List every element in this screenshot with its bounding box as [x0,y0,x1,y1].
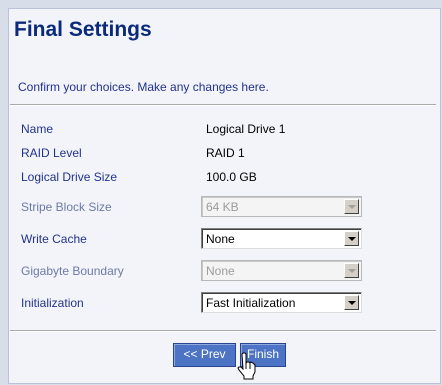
chevron-down-icon[interactable] [344,231,359,246]
bottom-divider [10,330,436,332]
page-subtitle: Confirm your choices. Make any changes h… [18,80,269,94]
raid-level-label: RAID Level [21,146,82,160]
prev-button[interactable]: << Prev [173,343,236,367]
top-divider [10,104,436,106]
write-cache-select[interactable]: None [201,228,362,249]
gigabyte-boundary-label: Gigabyte Boundary [21,264,124,278]
stripe-block-size-label: Stripe Block Size [21,200,112,214]
write-cache-label: Write Cache [21,232,87,246]
chevron-down-icon [344,263,359,278]
stripe-block-size-value: 64 KB [206,200,239,214]
hand-pointer-icon [237,352,256,380]
initialization-value: Fast Initialization [206,296,296,310]
chevron-down-icon[interactable] [344,295,359,310]
raid-level-value: RAID 1 [206,146,245,160]
gigabyte-boundary-select: None [201,260,362,281]
gigabyte-boundary-value: None [206,264,235,278]
write-cache-value: None [206,232,235,246]
stripe-block-size-select: 64 KB [201,196,362,217]
name-label: Name [21,122,54,136]
logical-drive-size-label: Logical Drive Size [21,170,118,184]
initialization-select[interactable]: Fast Initialization [201,292,362,313]
name-value: Logical Drive 1 [206,122,286,136]
initialization-label: Initialization [21,296,84,310]
logical-drive-size-value: 100.0 GB [206,170,257,184]
page-title: Final Settings [14,18,152,41]
chevron-down-icon [344,199,359,214]
